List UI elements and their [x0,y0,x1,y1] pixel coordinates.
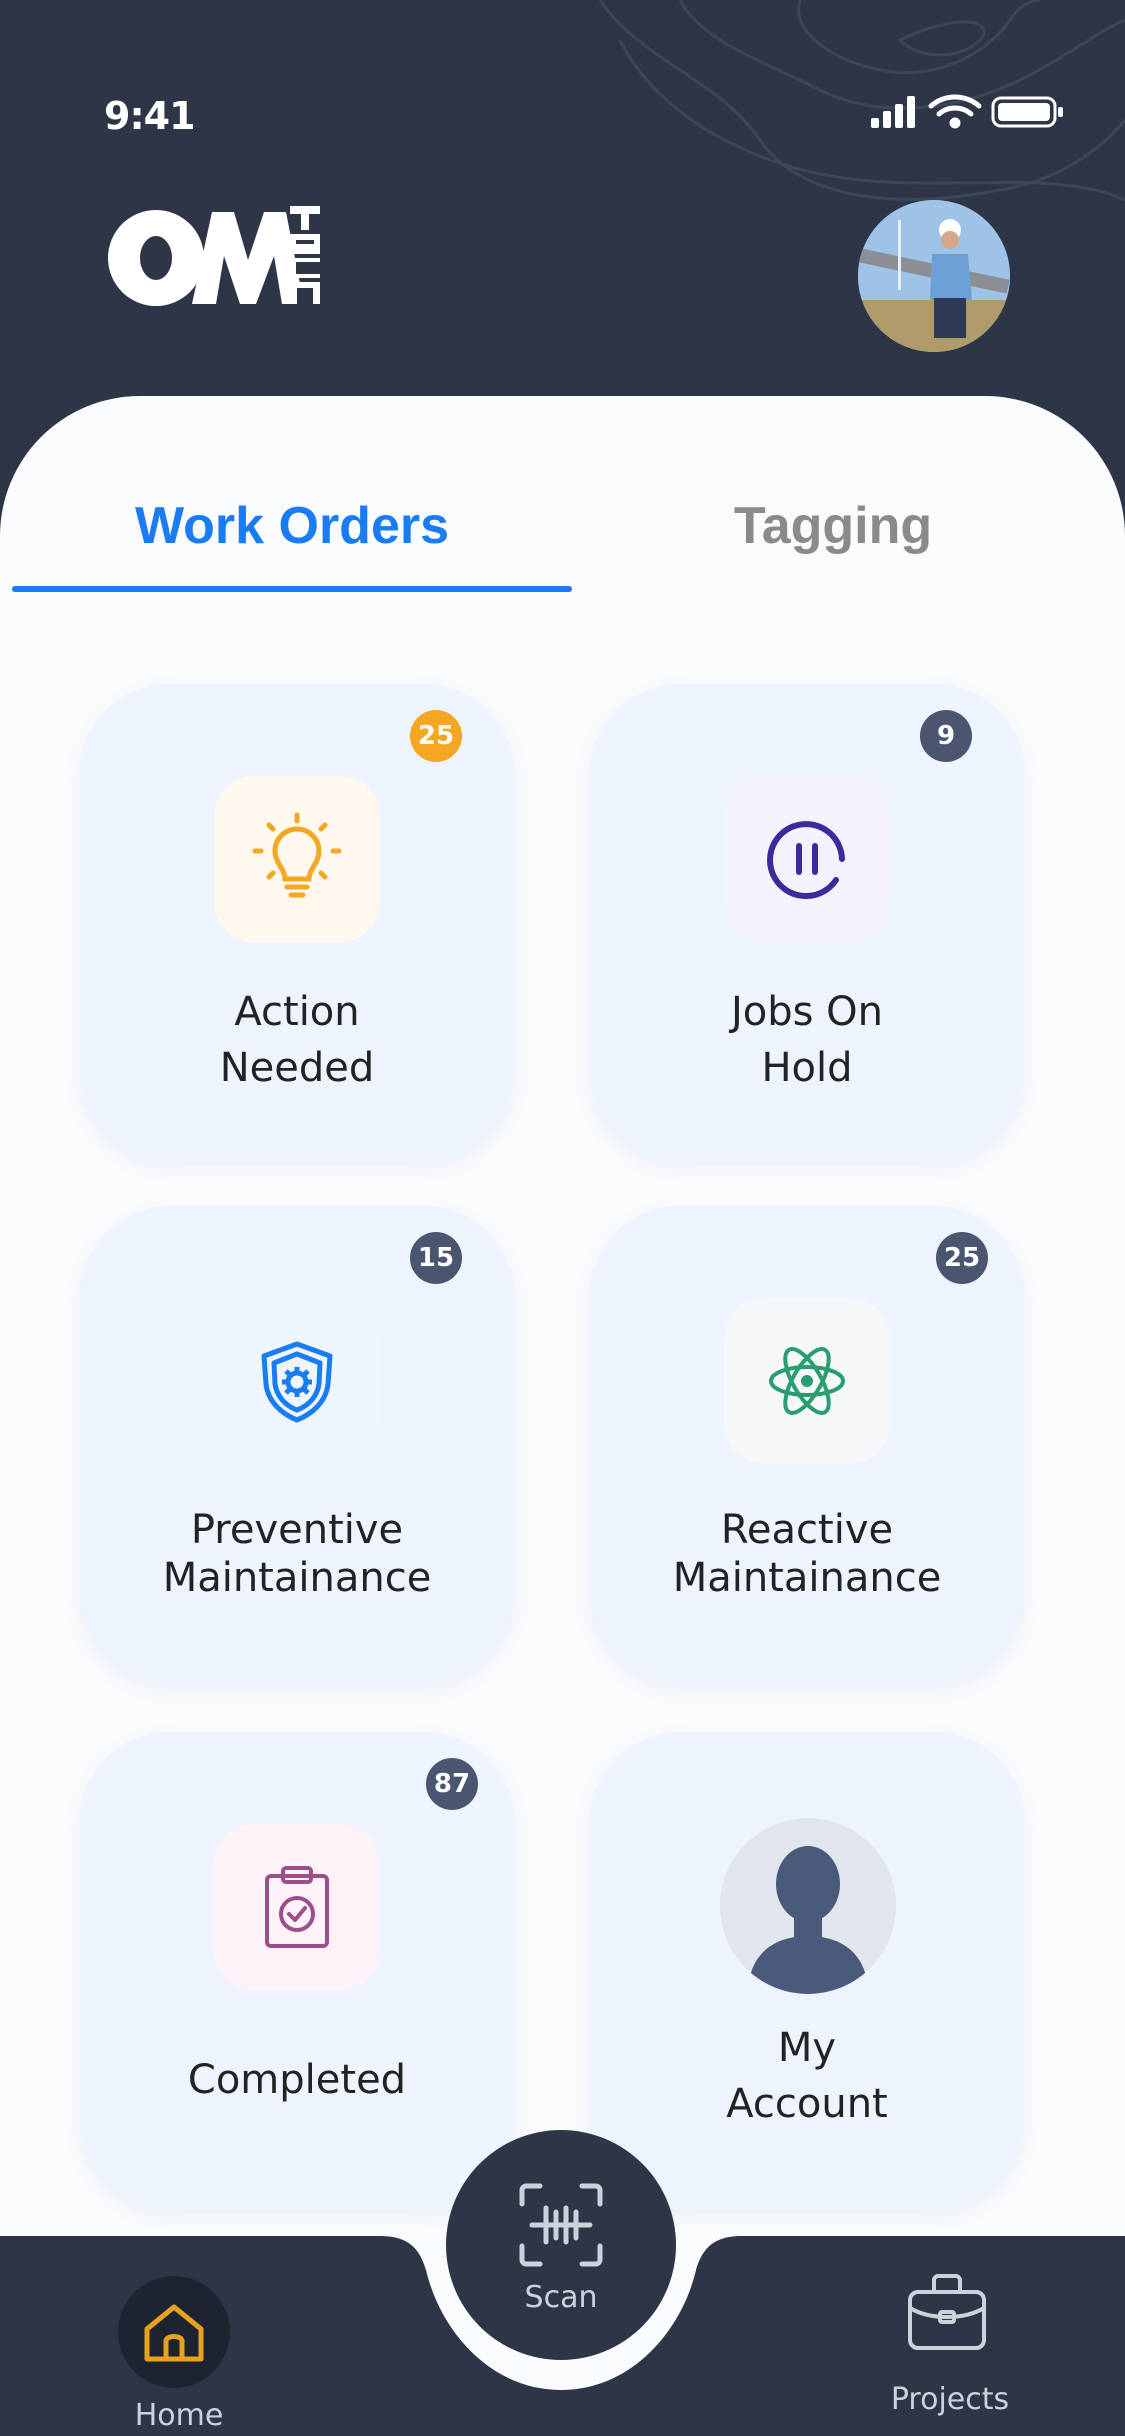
card-my-account[interactable]: My Account [590,1732,1024,2210]
card-label: Jobs On Hold [730,989,884,1091]
signal-icon [871,96,915,128]
atom-icon [724,1298,890,1464]
battery-icon [991,96,1063,128]
tab-tagging[interactable]: Tagging [548,496,1118,556]
card-label: My Account [726,2025,888,2127]
count-badge: 25 [410,710,462,762]
count-badge: 15 [410,1232,462,1284]
status-time: 9:41 [104,94,196,138]
scan-button[interactable]: Scan [446,2130,676,2360]
om-tech-logo [108,206,320,306]
tab-work-orders[interactable]: Work Orders [12,496,572,556]
lightbulb-icon [214,776,380,942]
nav-home[interactable]: Home [104,2270,254,2436]
home-icon [118,2276,230,2388]
scan-icon [519,2183,603,2267]
card-reactive-maintainance[interactable]: 25 Reactive Maintainance [590,1206,1024,1684]
user-avatar-icon [720,1818,896,1994]
count-badge: 25 [936,1232,988,1284]
nav-home-label: Home [134,2398,224,2433]
card-preventive-maintainance[interactable]: 15 Preventive Maintainance [80,1206,514,1684]
card-action-needed[interactable]: 25 Action Needed [80,684,514,1162]
profile-photo [858,200,1010,352]
shield-gear-icon [214,1298,380,1464]
count-badge: 87 [426,1758,478,1810]
wifi-icon [928,94,982,129]
card-completed[interactable]: 87 Completed [80,1732,514,2210]
scan-label: Scan [524,2280,598,2315]
pause-icon [724,776,890,942]
active-tab-indicator [12,586,572,592]
status-icons [871,94,1063,129]
nav-projects[interactable]: Projects [880,2260,1020,2436]
clipboard-check-icon [214,1824,380,1990]
card-label: Completed [187,2057,407,2103]
profile-avatar[interactable] [858,200,1010,352]
card-label: Reactive Maintainance [672,1507,942,1601]
card-jobs-on-hold[interactable]: 9 Jobs On Hold [590,684,1024,1162]
briefcase-icon [908,2274,986,2350]
card-label: Preventive Maintainance [162,1507,432,1601]
count-badge: 9 [920,710,972,762]
card-label: Action Needed [219,989,375,1091]
nav-projects-label: Projects [890,2382,1010,2417]
